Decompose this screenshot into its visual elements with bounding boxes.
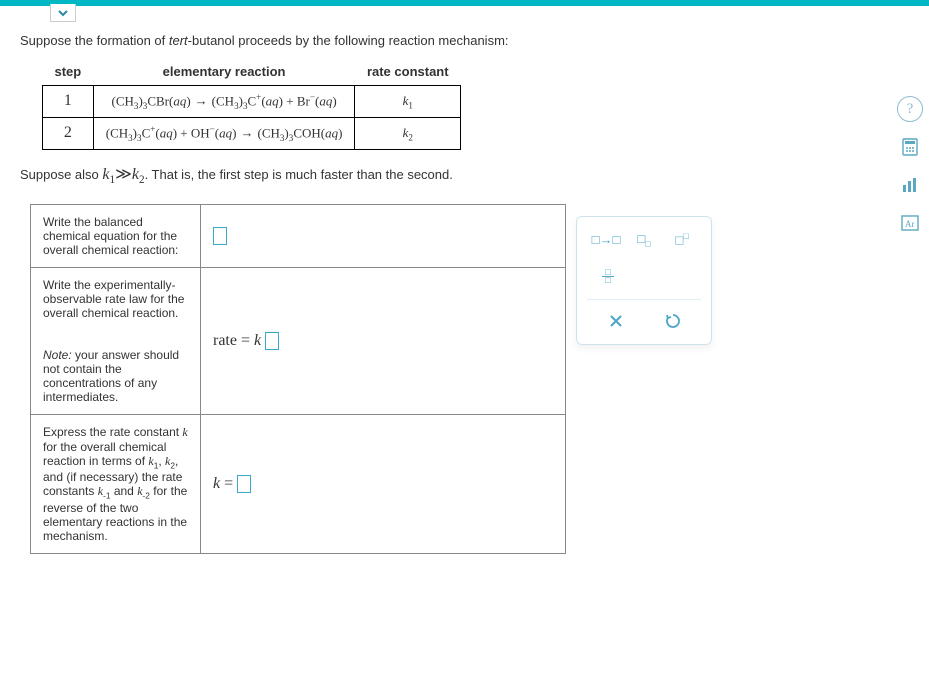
help-icon: ? bbox=[907, 101, 914, 118]
expand-toggle[interactable] bbox=[50, 4, 76, 22]
note-label: Note: bbox=[43, 348, 72, 362]
calculator-icon bbox=[900, 137, 920, 157]
mechanism-table: step elementary reaction rate constant 1… bbox=[42, 58, 461, 150]
palette-arrow-button[interactable]: □→□ bbox=[591, 227, 621, 253]
intro-term: tert bbox=[169, 33, 188, 48]
rate-constant-input[interactable] bbox=[237, 475, 251, 493]
reaction-cell: (CH3)3C+(aq) + OH−(aq)→(CH3)3COH(aq) bbox=[93, 117, 355, 149]
help-button[interactable]: ? bbox=[897, 96, 923, 122]
palette-clear-button[interactable] bbox=[601, 308, 631, 334]
arrow-template-icon: □→□ bbox=[592, 232, 621, 248]
calculator-button[interactable] bbox=[897, 134, 923, 160]
answer-table: Write the balanced chemical equation for… bbox=[30, 204, 566, 554]
answer-row-3: Express the rate constant k for the over… bbox=[31, 415, 566, 554]
chevron-down-icon bbox=[57, 7, 69, 19]
equation-input[interactable] bbox=[213, 227, 227, 245]
equation-palette: □→□ □□ □□ □□ bbox=[576, 216, 712, 345]
palette-subscript-button[interactable]: □□ bbox=[629, 227, 659, 253]
suppose-condition: Suppose also k1≫k2. That is, the first s… bbox=[20, 164, 909, 186]
answer-cell-3[interactable]: k = bbox=[201, 415, 566, 554]
prompt-rate-law-main: Write the experimentally-observable rate… bbox=[43, 278, 188, 320]
k-prefix: k = bbox=[213, 475, 237, 492]
intro-post: -butanol proceeds by the following react… bbox=[188, 33, 509, 48]
mech-header-rate: rate constant bbox=[355, 58, 461, 86]
reaction-cell: (CH3)3CBr(aq)→(CH3)3C+(aq) + Br−(aq) bbox=[93, 86, 355, 118]
bar-chart-icon bbox=[900, 175, 920, 195]
mech-header-reaction: elementary reaction bbox=[93, 58, 355, 86]
palette-reset-button[interactable] bbox=[658, 308, 688, 334]
step-number: 2 bbox=[43, 117, 94, 149]
rate-constant-cell: k1 bbox=[355, 86, 461, 118]
intro-pre: Suppose the formation of bbox=[20, 33, 169, 48]
palette-fraction-button[interactable]: □□ bbox=[593, 263, 623, 289]
intro-text: Suppose the formation of tert-butanol pr… bbox=[20, 33, 909, 48]
side-tool-column: ? Ar bbox=[895, 96, 925, 236]
close-icon bbox=[607, 312, 625, 330]
answer-row-2: Write the experimentally-observable rate… bbox=[31, 268, 566, 415]
table-row: 2 (CH3)3C+(aq) + OH−(aq)→(CH3)3COH(aq) k… bbox=[43, 117, 461, 149]
table-row: 1 (CH3)3CBr(aq)→(CH3)3C+(aq) + Br−(aq) k… bbox=[43, 86, 461, 118]
prompt-rate-law-note: Note: your answer should not contain the… bbox=[43, 348, 188, 404]
answer-cell-1[interactable] bbox=[201, 205, 566, 268]
suppose-pre: Suppose also bbox=[20, 167, 102, 182]
fraction-template-icon: □□ bbox=[602, 269, 614, 283]
subscript-template-icon: □□ bbox=[637, 231, 650, 249]
svg-text:Ar: Ar bbox=[905, 219, 915, 229]
periodic-table-icon: Ar bbox=[900, 213, 920, 233]
prompt-rate-law: Write the experimentally-observable rate… bbox=[31, 268, 201, 415]
superscript-template-icon: □□ bbox=[675, 231, 688, 248]
rate-law-input[interactable] bbox=[265, 332, 279, 350]
prompt-rate-constant: Express the rate constant k for the over… bbox=[31, 415, 201, 554]
suppose-post: . That is, the first step is much faster… bbox=[145, 167, 453, 182]
palette-superscript-button[interactable]: □□ bbox=[667, 227, 697, 253]
answer-cell-2[interactable]: rate = k bbox=[201, 268, 566, 415]
rate-constant-cell: k2 bbox=[355, 117, 461, 149]
stats-button[interactable] bbox=[897, 172, 923, 198]
prompt-balanced-eq: Write the balanced chemical equation for… bbox=[31, 205, 201, 268]
mech-header-step: step bbox=[43, 58, 94, 86]
answer-row-1: Write the balanced chemical equation for… bbox=[31, 205, 566, 268]
periodic-table-button[interactable]: Ar bbox=[897, 210, 923, 236]
reset-icon bbox=[664, 312, 682, 330]
suppose-rel: k1≫k2 bbox=[102, 166, 144, 183]
rate-prefix: rate = k bbox=[213, 332, 265, 349]
step-number: 1 bbox=[43, 86, 94, 118]
